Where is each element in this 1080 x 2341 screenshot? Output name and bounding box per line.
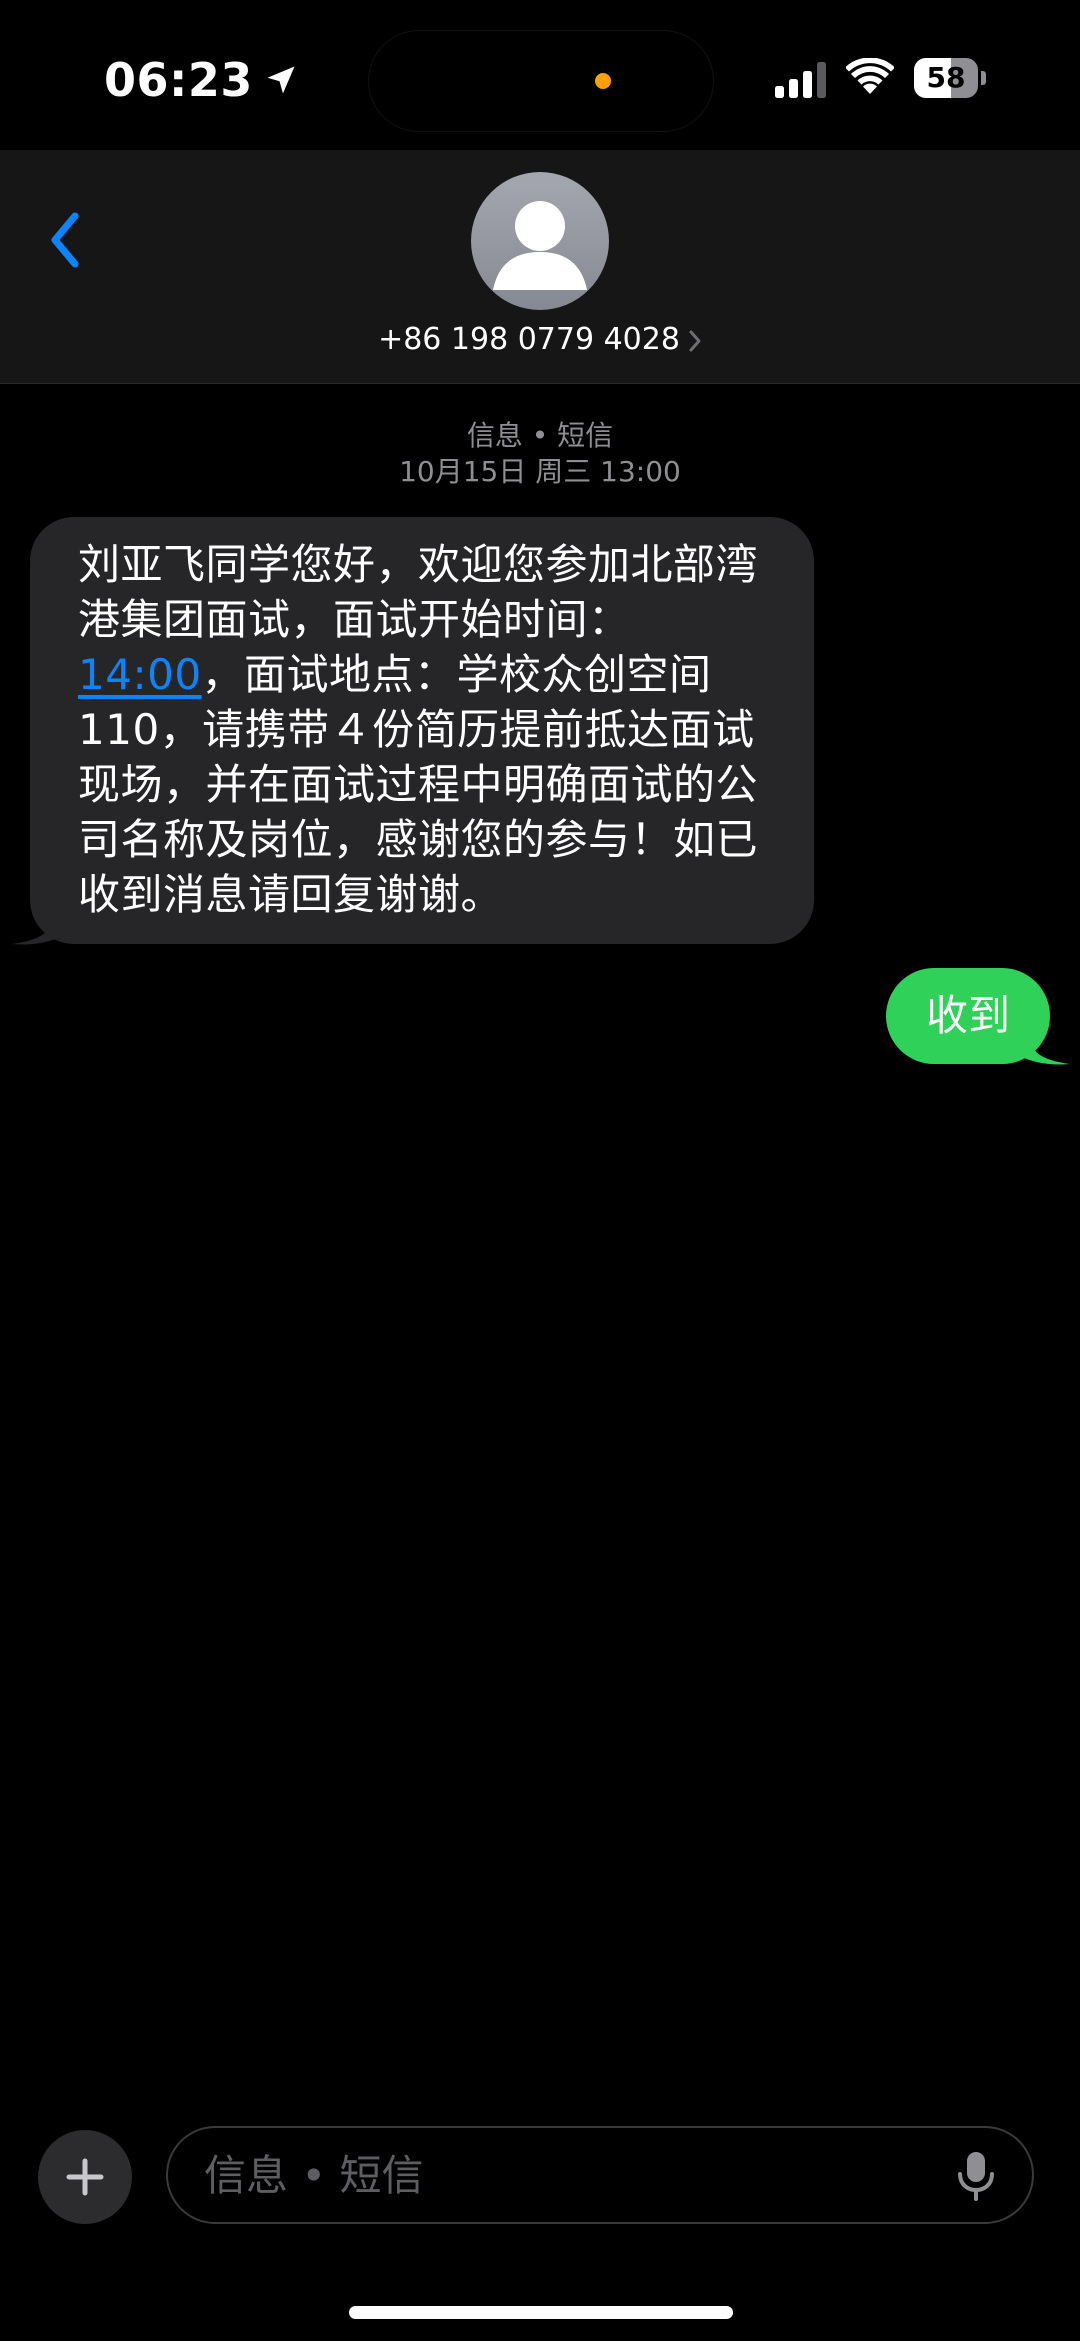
contact-avatar[interactable] bbox=[471, 172, 609, 310]
thread-metadata: 信息 • 短信 10月15日 周三 13:00 bbox=[0, 418, 1080, 490]
contact-name: +86 198 0779 4028 bbox=[378, 322, 680, 357]
signal-icon bbox=[775, 62, 826, 98]
battery-body: 58 bbox=[914, 58, 978, 98]
outgoing-message-bubble[interactable]: 收到 bbox=[885, 968, 1050, 1064]
dynamic-island bbox=[369, 31, 713, 131]
location-arrow-icon bbox=[267, 66, 295, 94]
contact-name-button[interactable]: +86 198 0779 4028 bbox=[0, 320, 1080, 360]
chevron-left-icon bbox=[51, 212, 79, 268]
incoming-message: 刘亚飞同学您好，欢迎您参加北部湾港集团面试，面试开始时间：14:00，面试地点：… bbox=[12, 517, 814, 945]
chevron-right-icon bbox=[689, 330, 701, 351]
plus-icon bbox=[66, 2158, 104, 2196]
service-label: 信息 • 短信 bbox=[466, 419, 614, 452]
wifi-icon bbox=[846, 58, 894, 94]
person-silhouette-icon bbox=[493, 201, 587, 290]
back-button[interactable] bbox=[30, 200, 100, 280]
microphone-icon[interactable] bbox=[956, 2150, 996, 2202]
status-time-text: 06:23 bbox=[104, 53, 253, 107]
message-text-part: 刘亚飞同学您好，欢迎您参加北部湾港集团面试，面试开始时间： bbox=[78, 540, 759, 644]
battery-level-text: 58 bbox=[926, 61, 966, 94]
add-attachment-button[interactable] bbox=[38, 2130, 132, 2224]
conversation-header: +86 198 0779 4028 bbox=[0, 150, 1080, 384]
battery-icon: 58 bbox=[914, 58, 986, 100]
battery-cap bbox=[981, 71, 986, 85]
message-input-container[interactable] bbox=[166, 2126, 1034, 2224]
privacy-indicator-dot bbox=[595, 73, 611, 89]
time-link[interactable]: 14:00 bbox=[78, 650, 202, 699]
home-indicator[interactable] bbox=[349, 2306, 733, 2319]
incoming-message-bubble[interactable]: 刘亚飞同学您好，欢迎您参加北部湾港集团面试，面试开始时间：14:00，面试地点：… bbox=[30, 517, 814, 944]
outgoing-message: 收到 bbox=[885, 968, 1070, 1065]
status-bar-time: 06:23 bbox=[104, 52, 299, 108]
message-timestamp: 10月15日 周三 13:00 bbox=[399, 455, 681, 488]
message-input[interactable] bbox=[202, 2149, 926, 2201]
